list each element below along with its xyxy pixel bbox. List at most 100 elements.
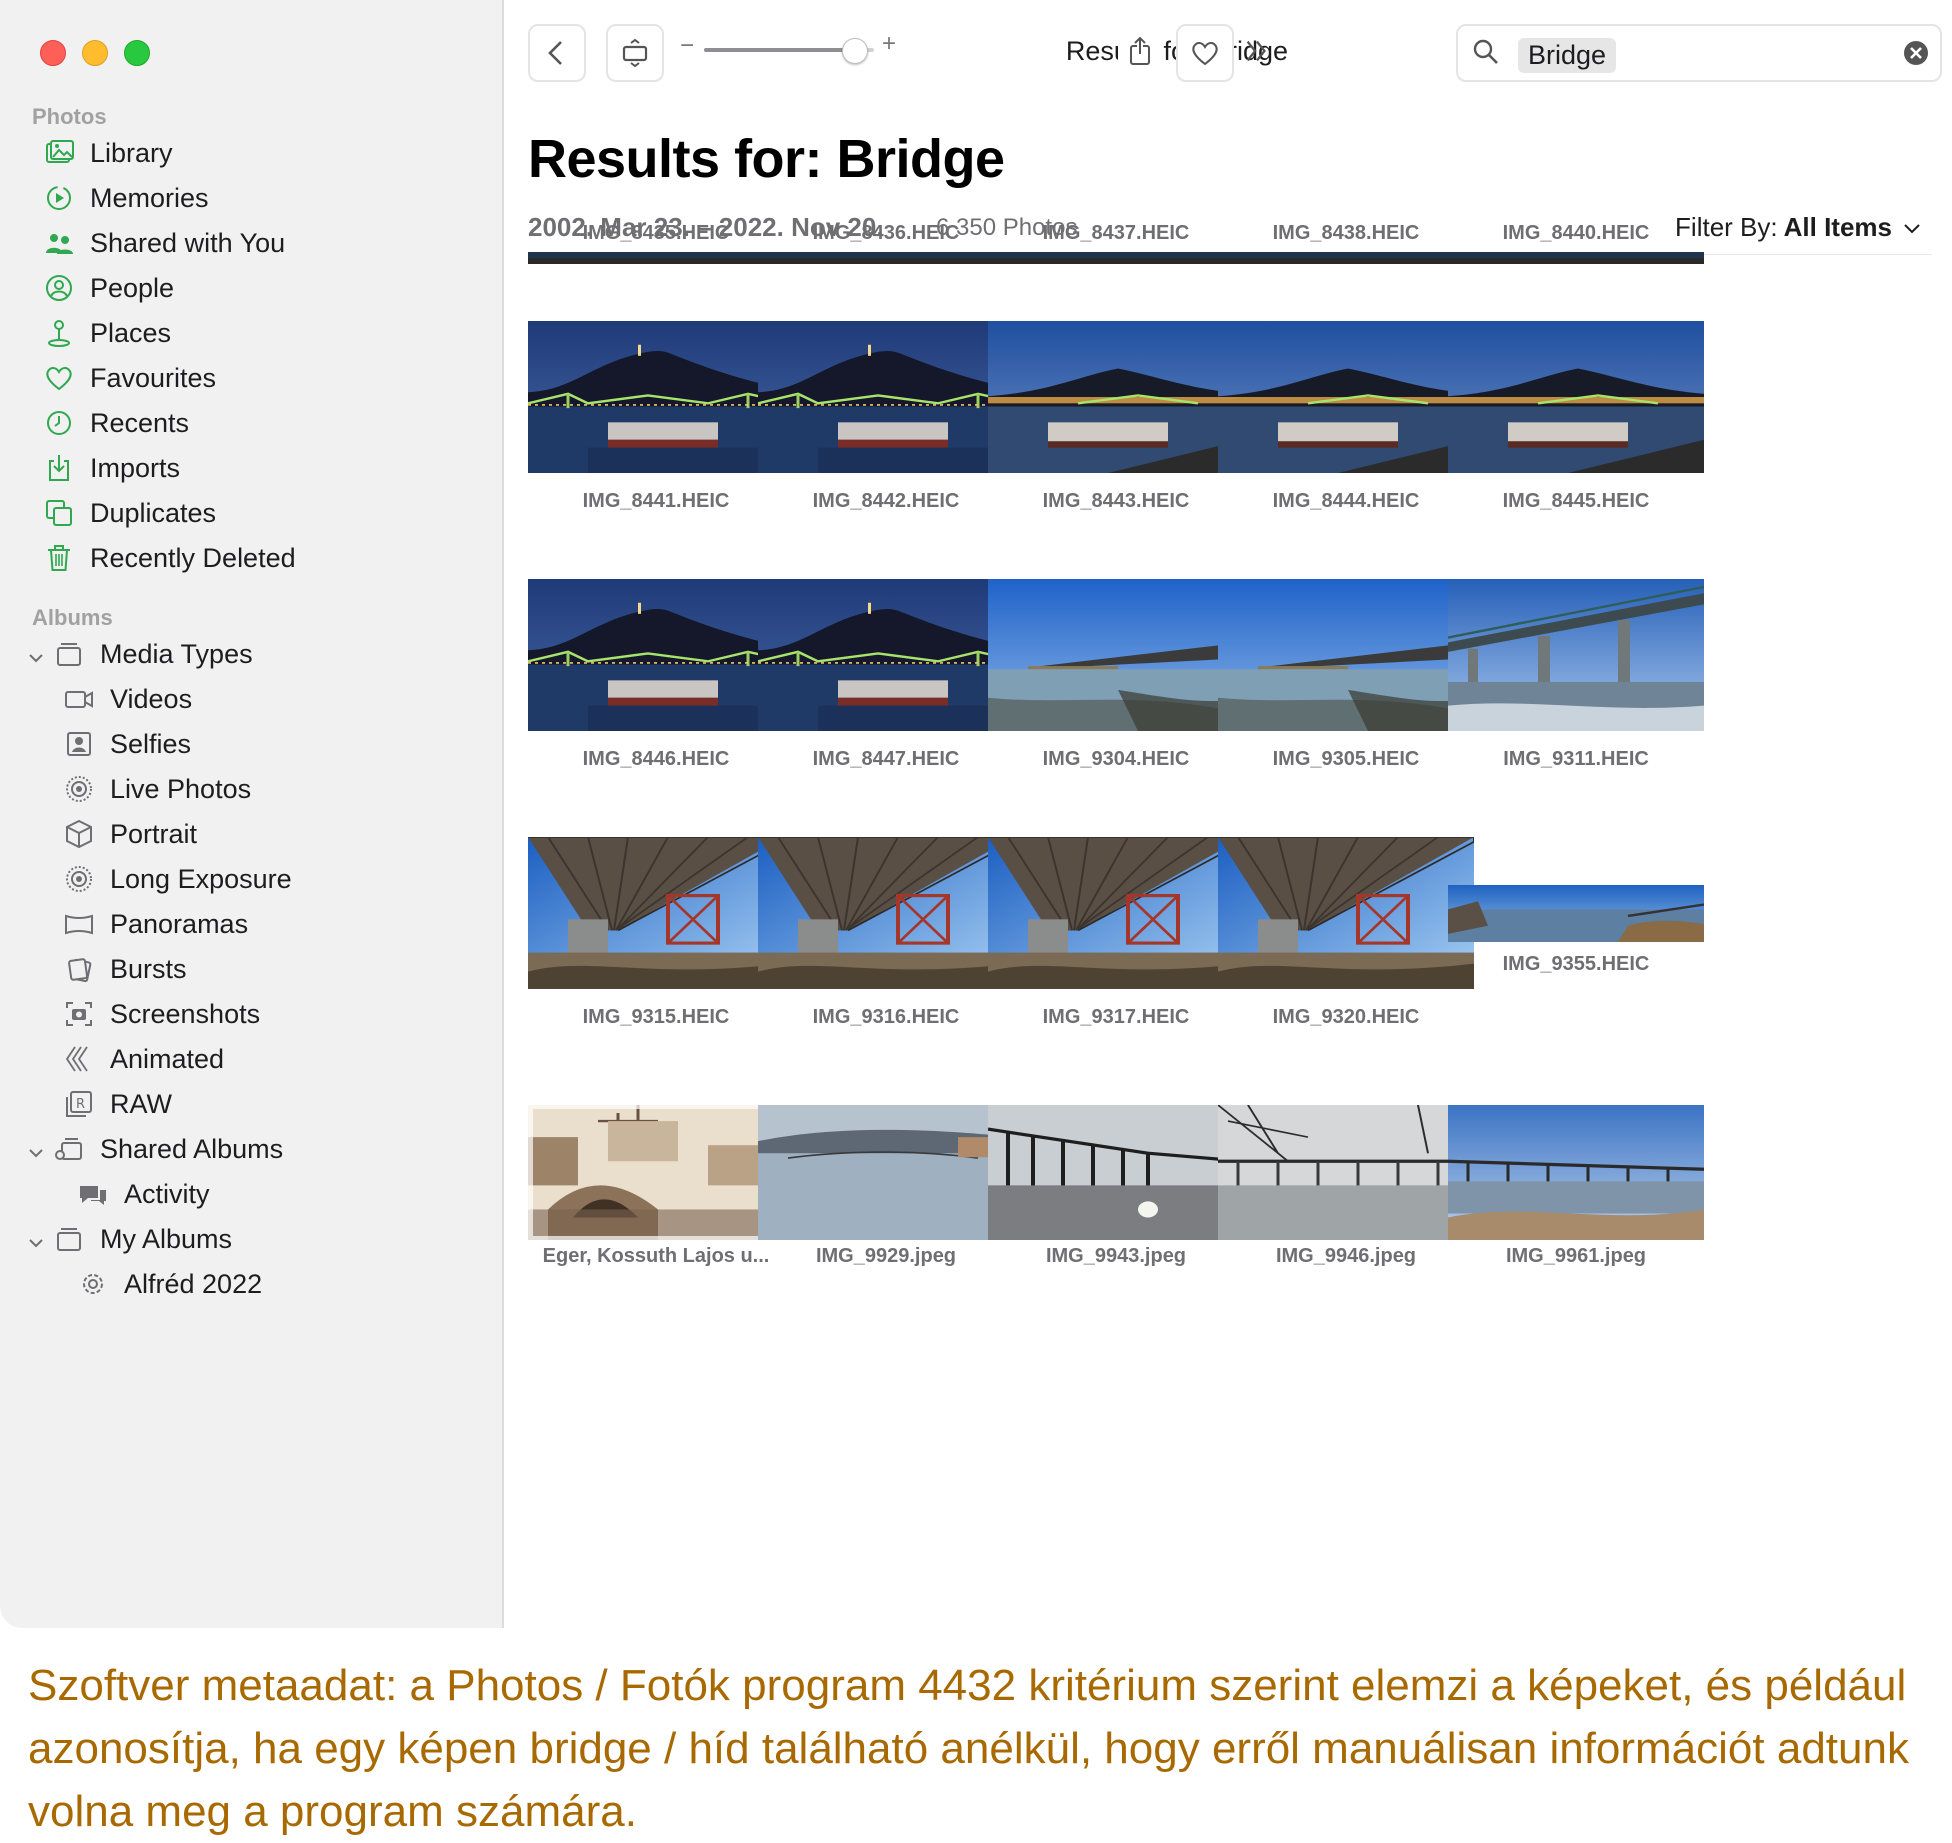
bursts-icon [62, 952, 96, 986]
sidebar-item-library[interactable]: Library [42, 129, 173, 177]
photo-image[interactable] [1448, 579, 1704, 731]
sidebar-item-long-exposure[interactable]: Long Exposure [62, 855, 292, 903]
sidebar-item-label: Selfies [110, 728, 192, 759]
share-button[interactable] [1118, 24, 1162, 78]
shared-with-you-icon [42, 226, 76, 260]
sidebar-item-panoramas[interactable]: Panoramas [62, 900, 248, 948]
sidebar-item-label: Portrait [110, 818, 198, 849]
minimize-window-button[interactable] [82, 40, 108, 66]
photo-image[interactable] [528, 837, 784, 989]
search-field[interactable]: Bridge [1456, 24, 1942, 82]
sidebar-item-shared-albums[interactable]: Shared Albums [52, 1125, 283, 1173]
page-title: Results for: Bridge [528, 129, 1005, 189]
search-token[interactable]: Bridge [1518, 38, 1617, 73]
portrait-cube-icon [62, 817, 96, 851]
window-controls [40, 40, 150, 66]
raw-icon: R [62, 1087, 96, 1121]
sidebar-section-albums: Albums [32, 605, 113, 630]
photo-image[interactable] [1218, 321, 1474, 473]
photo-image[interactable] [1218, 837, 1474, 989]
sidebar-item-alfred-2022[interactable]: Alfréd 2022 [76, 1260, 262, 1308]
photo-image[interactable] [758, 837, 1014, 989]
sidebar-item-label: Places [90, 317, 172, 348]
sidebar-item-my-albums[interactable]: My Albums [52, 1215, 232, 1263]
photo-image[interactable] [988, 837, 1244, 989]
photo-image[interactable] [528, 579, 784, 731]
sidebar-item-screenshots[interactable]: Screenshots [62, 990, 260, 1038]
sidebar-item-activity[interactable]: Activity [76, 1170, 210, 1218]
chevron-down-icon[interactable] [26, 1233, 46, 1253]
photo-image[interactable] [758, 252, 1014, 264]
caption: Szoftver metaadat: a Photos / Fotók prog… [28, 1661, 1909, 1836]
photo-image[interactable] [528, 321, 784, 473]
sidebar-item-memories[interactable]: Memories [42, 174, 209, 222]
photo-image[interactable] [758, 321, 1014, 473]
memories-icon [42, 181, 76, 215]
sidebar-item-imports[interactable]: Imports [42, 444, 180, 492]
panorama-icon [62, 907, 96, 941]
photo-filename: IMG_9315.HEIC [582, 1006, 730, 1028]
back-button[interactable] [528, 24, 586, 82]
photo-image[interactable] [988, 252, 1244, 264]
photo-filename: IMG_9317.HEIC [1042, 1006, 1190, 1028]
photo-image[interactable] [1218, 252, 1474, 264]
chevron-down-icon[interactable] [26, 648, 46, 668]
favourite-button[interactable] [1176, 24, 1234, 82]
zoom-out-button[interactable]: − [680, 32, 694, 60]
sidebar-item-label: Screenshots [110, 998, 261, 1029]
sidebar-item-recently-deleted[interactable]: Recently Deleted [42, 534, 296, 582]
filter-dropdown[interactable]: Filter By: All Items [1675, 212, 1922, 243]
slideshow-fit-button[interactable] [606, 24, 664, 82]
sidebar-item-animated[interactable]: Animated [62, 1035, 224, 1083]
photo-image[interactable] [1448, 321, 1704, 473]
sidebar-item-videos[interactable]: Videos [62, 675, 192, 723]
sidebar-item-label: Duplicates [90, 497, 217, 528]
photo-filename: IMG_9929.jpeg [815, 1245, 957, 1267]
sidebar-section-photos: Photos [32, 104, 107, 129]
photo-image[interactable] [988, 579, 1244, 731]
zoom-window-button[interactable] [124, 40, 150, 66]
photo-image[interactable] [988, 321, 1244, 473]
sidebar-item-label: Recents [90, 407, 190, 438]
more-toolbar-button[interactable] [1242, 36, 1272, 66]
sidebar-item-portrait[interactable]: Portrait [62, 810, 197, 858]
photo-image[interactable] [758, 1105, 1014, 1240]
photo-image[interactable] [1448, 252, 1704, 264]
sidebar-item-shared-with-you[interactable]: Shared with You [42, 219, 285, 267]
heart-icon [42, 361, 76, 395]
photo-image[interactable] [1448, 1105, 1704, 1240]
photo-filename: IMG_9946.jpeg [1275, 1245, 1417, 1267]
gear-icon [76, 1267, 110, 1301]
sidebar-item-people[interactable]: People [42, 264, 174, 312]
clear-search-icon[interactable] [1902, 39, 1930, 67]
sidebar-item-favourites[interactable]: Favourites [42, 354, 216, 402]
sidebar-item-selfies[interactable]: Selfies [62, 720, 191, 768]
photo-image[interactable] [1218, 1105, 1474, 1240]
sidebar-item-label: Library [90, 137, 173, 168]
chevron-down-icon[interactable] [26, 1143, 46, 1163]
sidebar-item-places[interactable]: Places [42, 309, 171, 357]
photo-image[interactable] [988, 1105, 1244, 1240]
sidebar-item-recents[interactable]: Recents [42, 399, 189, 447]
sidebar-item-label: Memories [90, 182, 209, 213]
photo-image[interactable] [758, 579, 1014, 731]
photo-image[interactable] [528, 1105, 784, 1240]
photo-filename: Eger, Kossuth Lajos u... [542, 1245, 770, 1267]
photo-filename: IMG_8440.HEIC [1502, 222, 1650, 244]
sidebar-item-label: People [90, 272, 175, 303]
photo-image[interactable] [1218, 579, 1474, 731]
sidebar-item-label: RAW [110, 1088, 172, 1119]
activity-icon [76, 1177, 110, 1211]
photo-image[interactable] [528, 252, 784, 264]
video-icon [62, 682, 96, 716]
photo-image[interactable] [1448, 885, 1704, 942]
photo-filename: IMG_9305.HEIC [1272, 748, 1420, 770]
sidebar-item-raw[interactable]: R RAW [62, 1080, 172, 1128]
sidebar-item-live-photos[interactable]: Live Photos [62, 765, 251, 813]
sidebar-item-duplicates[interactable]: Duplicates [42, 489, 216, 537]
sidebar-item-bursts[interactable]: Bursts [62, 945, 187, 993]
screenshot-icon [62, 997, 96, 1031]
sidebar-item-media-types[interactable]: Media Types [52, 630, 253, 678]
close-window-button[interactable] [40, 40, 66, 66]
sidebar: Photos Library Memories Shared with You Peo… [0, 0, 504, 1628]
